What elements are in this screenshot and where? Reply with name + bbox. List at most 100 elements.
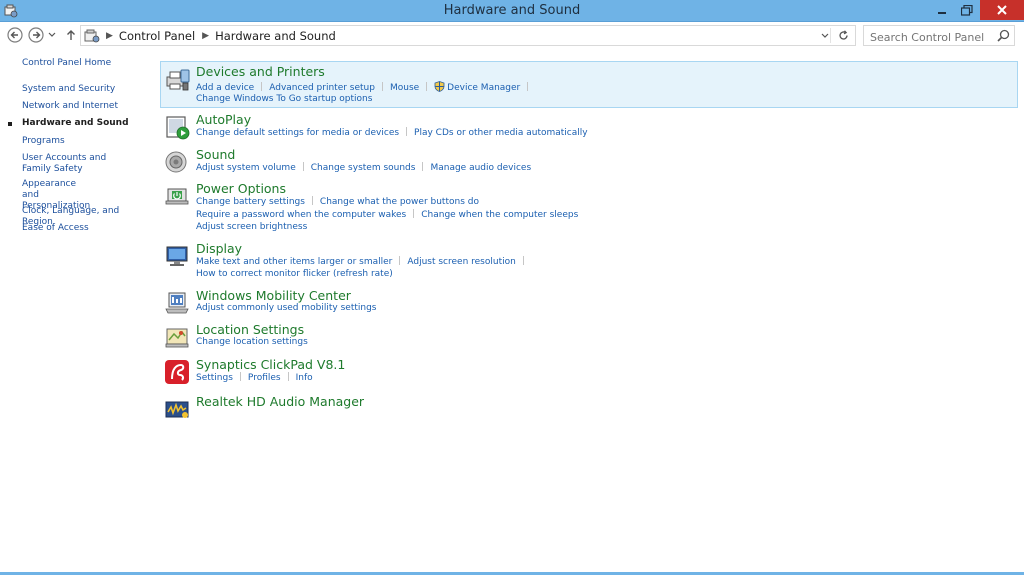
link-divider xyxy=(381,82,383,91)
restore-button[interactable] xyxy=(953,0,980,20)
breadcrumb-separator-icon[interactable]: ▶ xyxy=(106,31,113,41)
display-links: Make text and other items larger or smal… xyxy=(196,256,531,267)
sidebar-item-hardware-and-sound: Hardware and Sound xyxy=(22,118,129,128)
power-options-links: Change battery settings Change what the p… xyxy=(196,196,479,207)
devices-and-printers-links: Add a device Advanced printer setup Mouse D… xyxy=(196,81,535,93)
up-button[interactable] xyxy=(62,26,80,44)
category-power-options: Power Options Change battery settings Cha… xyxy=(160,179,1018,237)
mobility-center-icon xyxy=(165,292,189,314)
forward-arrow-icon xyxy=(28,27,44,43)
display-links-row2: How to correct monitor flicker (refresh … xyxy=(196,269,393,279)
autoplay-title[interactable]: AutoPlay xyxy=(196,112,251,127)
sidebar-item-system-and-security[interactable]: System and Security xyxy=(22,84,142,95)
link-divider xyxy=(239,372,241,381)
link-divider xyxy=(261,82,263,91)
change-battery-settings-link[interactable]: Change battery settings xyxy=(196,197,305,207)
change-default-media-settings-link[interactable]: Change default settings for media or dev… xyxy=(196,128,399,138)
forward-button[interactable] xyxy=(27,26,45,44)
control-panel-icon xyxy=(84,29,100,42)
synaptics-clickpad-title[interactable]: Synaptics ClickPad V8.1 xyxy=(196,357,345,372)
link-divider xyxy=(406,127,408,136)
sound-links: Adjust system volume Change system sounds… xyxy=(196,162,531,173)
minimize-button[interactable] xyxy=(928,0,955,20)
synaptics-icon xyxy=(165,360,189,384)
device-manager-link[interactable]: Device Manager xyxy=(447,83,520,93)
display-title[interactable]: Display xyxy=(196,241,242,256)
change-power-buttons-link[interactable]: Change what the power buttons do xyxy=(320,197,479,207)
power-options-title[interactable]: Power Options xyxy=(196,181,286,196)
up-arrow-icon xyxy=(67,30,75,40)
devices-and-printers-title[interactable]: Devices and Printers xyxy=(196,64,325,79)
sidebar-item-user-accounts[interactable]: User Accounts and Family Safety xyxy=(22,153,134,175)
monitor-flicker-link[interactable]: How to correct monitor flicker (refresh … xyxy=(196,269,393,279)
make-text-larger-link[interactable]: Make text and other items larger or smal… xyxy=(196,257,392,267)
location-settings-title[interactable]: Location Settings xyxy=(196,322,304,337)
breadcrumb-control-panel[interactable]: Control Panel xyxy=(119,29,195,43)
close-button[interactable] xyxy=(980,0,1024,20)
search-icon[interactable] xyxy=(997,29,1010,42)
title-bar: Hardware and Sound xyxy=(0,0,1024,22)
adjust-screen-brightness-link[interactable]: Adjust screen brightness xyxy=(196,222,307,232)
change-system-sounds-link[interactable]: Change system sounds xyxy=(311,163,416,173)
windows-mobility-center-title[interactable]: Windows Mobility Center xyxy=(196,288,351,303)
change-sleep-settings-link[interactable]: Change when the computer sleeps xyxy=(421,210,578,220)
recent-locations-button[interactable] xyxy=(47,26,57,44)
synaptics-info-link[interactable]: Info xyxy=(296,373,313,383)
windows-to-go-link[interactable]: Change Windows To Go startup options xyxy=(196,94,372,104)
chevron-down-icon xyxy=(821,33,828,38)
minimize-icon xyxy=(937,12,946,14)
power-options-links-row3: Adjust screen brightness xyxy=(196,222,307,232)
power-icon xyxy=(165,188,189,205)
sidebar-item-network-and-internet[interactable]: Network and Internet xyxy=(22,101,142,112)
link-divider xyxy=(311,196,313,205)
advanced-printer-setup-link[interactable]: Advanced printer setup xyxy=(269,83,375,93)
breadcrumb-hardware-and-sound[interactable]: Hardware and Sound xyxy=(215,29,336,43)
add-a-device-link[interactable]: Add a device xyxy=(196,83,254,93)
refresh-button[interactable] xyxy=(835,28,851,43)
manage-audio-devices-link[interactable]: Manage audio devices xyxy=(430,163,531,173)
category-autoplay: AutoPlay Change default settings for med… xyxy=(160,110,1018,142)
mouse-link[interactable]: Mouse xyxy=(390,83,419,93)
link-divider xyxy=(522,256,524,265)
change-location-settings-link[interactable]: Change location settings xyxy=(196,337,308,347)
adjust-mobility-settings-link[interactable]: Adjust commonly used mobility settings xyxy=(196,303,376,313)
breadcrumb-separator-icon[interactable]: ▶ xyxy=(202,31,209,41)
refresh-icon xyxy=(838,30,848,40)
search-box[interactable] xyxy=(863,25,1015,47)
realtek-hd-audio-manager-title[interactable]: Realtek HD Audio Manager xyxy=(196,394,364,409)
play-cds-automatically-link[interactable]: Play CDs or other media automatically xyxy=(414,128,588,138)
link-divider xyxy=(426,82,428,91)
uac-shield-icon xyxy=(434,81,445,92)
category-windows-mobility-center: Windows Mobility Center Adjust commonly … xyxy=(160,286,1018,318)
category-devices-and-printers: Devices and Printers Add a device Advance… xyxy=(160,61,1018,108)
category-sound: Sound Adjust system volume Change system … xyxy=(160,145,1018,177)
category-display: Display Make text and other items larger… xyxy=(160,239,1018,284)
adjust-screen-resolution-link[interactable]: Adjust screen resolution xyxy=(407,257,515,267)
synaptics-settings-link[interactable]: Settings xyxy=(196,373,233,383)
link-divider xyxy=(302,162,304,171)
back-button[interactable] xyxy=(6,26,24,44)
synaptics-profiles-link[interactable]: Profiles xyxy=(248,373,281,383)
navigation-bar: ▶ Control Panel ▶ Hardware and Sound xyxy=(0,22,1024,48)
adjust-system-volume-link[interactable]: Adjust system volume xyxy=(196,163,296,173)
require-password-on-wake-link[interactable]: Require a password when the computer wak… xyxy=(196,210,406,220)
address-history-button[interactable] xyxy=(819,28,831,43)
realtek-audio-icon xyxy=(165,401,189,418)
chevron-down-icon xyxy=(48,32,56,37)
close-icon xyxy=(997,5,1007,15)
link-divider xyxy=(422,162,424,171)
sidebar-item-ease-of-access[interactable]: Ease of Access xyxy=(22,223,142,234)
location-icon xyxy=(165,328,189,348)
control-panel-home-link[interactable]: Control Panel Home xyxy=(22,58,111,68)
back-arrow-icon xyxy=(7,27,23,43)
link-divider xyxy=(413,209,415,218)
location-settings-links: Change location settings xyxy=(196,337,308,347)
search-input[interactable] xyxy=(864,28,992,47)
speaker-icon xyxy=(165,151,187,173)
sound-title[interactable]: Sound xyxy=(196,147,235,162)
sidebar-item-programs[interactable]: Programs xyxy=(22,136,142,147)
window-title: Hardware and Sound xyxy=(443,3,581,18)
restore-icon xyxy=(960,4,973,16)
address-bar[interactable]: ▶ Control Panel ▶ Hardware and Sound xyxy=(80,25,856,46)
category-realtek-hd-audio-manager: Realtek HD Audio Manager xyxy=(160,392,1018,418)
